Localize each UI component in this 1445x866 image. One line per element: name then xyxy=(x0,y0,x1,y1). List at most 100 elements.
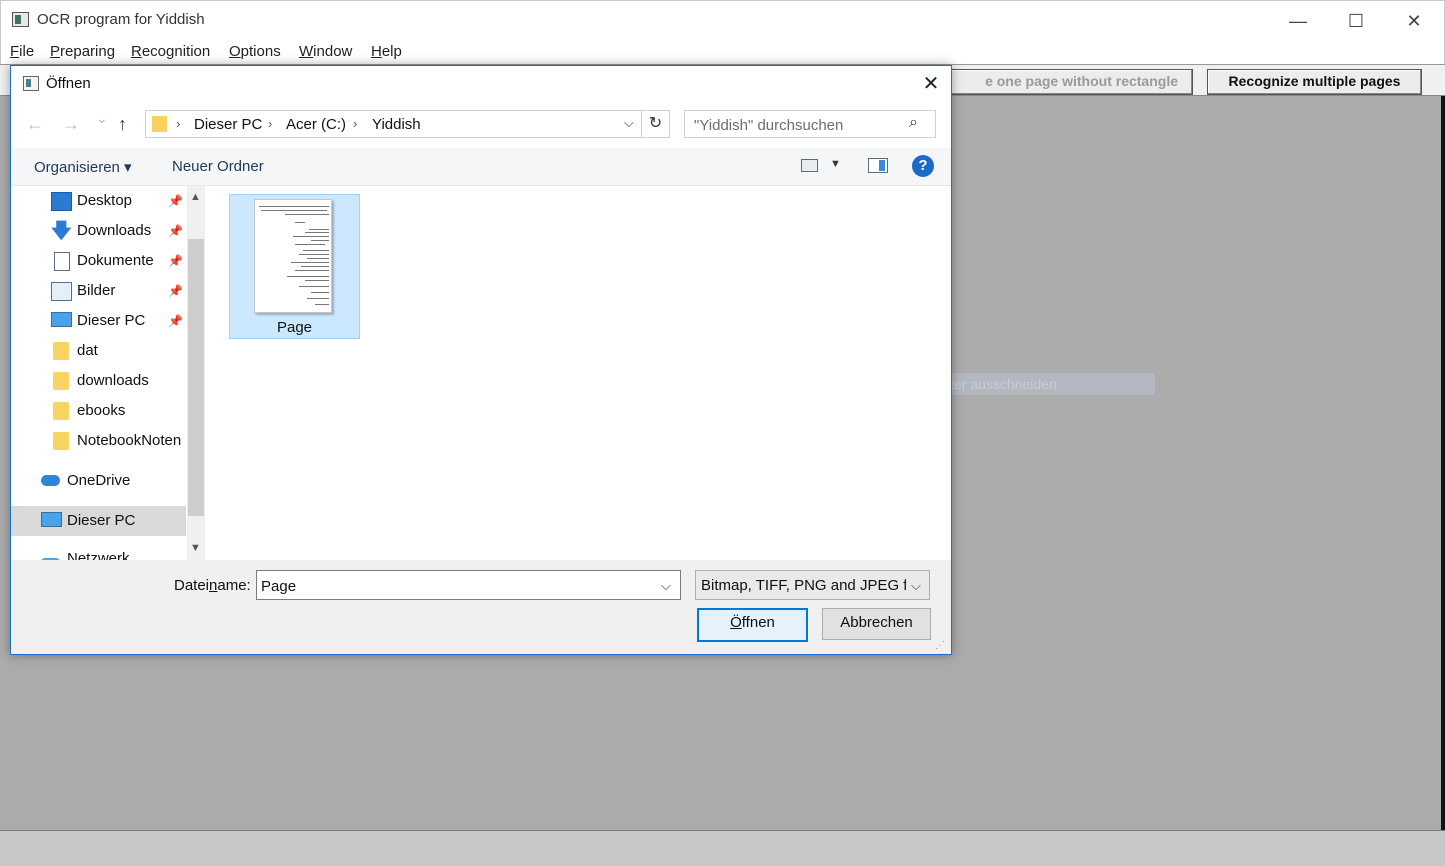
recognize-multiple-pages-button[interactable]: Recognize multiple pages xyxy=(1207,69,1422,95)
folder-icon xyxy=(53,432,69,450)
breadcrumb-dieser-pc[interactable]: Dieser PC xyxy=(194,116,262,133)
document-thumbnail xyxy=(254,199,332,313)
breadcrumb-yiddish[interactable]: Yiddish xyxy=(372,116,421,133)
breadcrumb-separator: › xyxy=(268,116,273,131)
chevron-down-icon[interactable]: ⌵ xyxy=(911,578,921,594)
dialog-title: Öffnen xyxy=(46,75,91,92)
computer-icon xyxy=(41,512,62,527)
document-icon xyxy=(54,252,70,271)
pictures-icon xyxy=(51,282,72,301)
cancel-button[interactable]: Abbrechen xyxy=(822,608,931,640)
nav-item-ebooks[interactable]: ebooks xyxy=(11,396,186,426)
file-type-label: Bitmap, TIFF, PNG and JPEG files xyxy=(701,577,906,594)
menu-preparing[interactable]: Preparing xyxy=(50,43,115,60)
nav-item-onedrive[interactable]: OneDrive xyxy=(11,466,186,496)
nav-item-label: Dieser PC xyxy=(67,512,136,529)
preview-pane-icon[interactable] xyxy=(868,158,888,173)
filename-input[interactable] xyxy=(257,571,658,601)
dialog-close-button[interactable]: ✕ xyxy=(918,71,944,97)
folder-icon xyxy=(152,116,167,132)
nav-item-label: ebooks xyxy=(77,402,126,419)
open-file-dialog: Öffnen ✕ ← → ⌄ ↑ › Dieser PC › Acer (C:)… xyxy=(10,65,952,655)
refresh-button[interactable]: ↻ xyxy=(642,110,670,138)
search-box[interactable]: ⌕ xyxy=(684,110,936,139)
recent-locations-button[interactable]: ⌄ xyxy=(96,110,108,127)
pin-icon: 📌 xyxy=(168,194,183,208)
pin-icon: 📌 xyxy=(168,284,183,298)
search-icon[interactable]: ⌕ xyxy=(909,114,918,132)
status-bar xyxy=(0,830,1445,866)
breadcrumb-separator: › xyxy=(176,116,181,131)
maximize-button[interactable]: ☐ xyxy=(1333,7,1379,35)
nav-item-label: Dokumente xyxy=(77,252,154,269)
up-button[interactable]: ↑ xyxy=(118,114,127,135)
app-icon xyxy=(12,12,29,27)
nav-item-label: Bilder xyxy=(77,282,116,299)
nav-item-downloads[interactable]: 🡇 Downloads 📌 xyxy=(11,216,186,246)
nav-item-notebooknoten[interactable]: NotebookNoten xyxy=(11,426,186,456)
forward-button[interactable]: → xyxy=(62,114,80,135)
nav-item-label: Desktop xyxy=(77,192,133,209)
nav-item-netzwerk[interactable]: Netzwerk xyxy=(11,544,186,560)
command-bar: Organisieren ▾ Neuer Ordner ▼ ? xyxy=(11,148,951,186)
minimize-button[interactable]: — xyxy=(1275,7,1321,35)
open-button[interactable]: Öffnen xyxy=(697,608,808,642)
nav-item-downloads-folder[interactable]: downloads xyxy=(11,366,186,396)
menu-window[interactable]: Window xyxy=(299,43,352,60)
dialog-bottom-panel: Dateiname: ⌵ Bitmap, TIFF, PNG and JPEG … xyxy=(11,560,951,654)
window-edge xyxy=(1441,96,1445,830)
address-dropdown-icon[interactable]: ⌵ xyxy=(624,115,634,131)
breadcrumb-acer-c[interactable]: Acer (C:) xyxy=(286,116,346,133)
folder-icon xyxy=(53,372,69,390)
nav-item-desktop[interactable]: Desktop 📌 xyxy=(11,186,186,216)
menu-options[interactable]: Options xyxy=(229,43,281,60)
nav-item-label: dat xyxy=(77,342,98,359)
nav-item-label: Downloads xyxy=(77,222,152,239)
nav-item-label: Dieser PC xyxy=(77,312,146,329)
address-bar[interactable]: › Dieser PC › Acer (C:) › Yiddish ⌵ xyxy=(145,110,642,138)
new-folder-button[interactable]: Neuer Ordner xyxy=(172,158,264,175)
view-options-icon[interactable] xyxy=(801,159,818,172)
pin-icon: 📌 xyxy=(168,314,183,328)
nav-item-dieser-pc-pinned[interactable]: Dieser PC 📌 xyxy=(11,306,186,336)
pin-icon: 📌 xyxy=(168,224,183,238)
scroll-up-icon[interactable]: ▲ xyxy=(190,191,201,203)
file-type-select[interactable]: Bitmap, TIFF, PNG and JPEG files ⌵ xyxy=(695,570,930,600)
menu-recognition[interactable]: Recognition xyxy=(131,43,210,60)
scroll-down-icon[interactable]: ▼ xyxy=(190,542,201,554)
menu-help[interactable]: Help xyxy=(371,43,402,60)
nav-item-dat[interactable]: dat xyxy=(11,336,186,366)
breadcrumb-separator: › xyxy=(353,116,358,131)
dialog-icon xyxy=(23,76,39,91)
resize-grip-icon[interactable]: ⋰ xyxy=(935,640,945,651)
organize-button[interactable]: Organisieren ▾ xyxy=(34,158,132,176)
nav-item-dieser-pc[interactable]: Dieser PC xyxy=(11,506,186,536)
navigation-pane: Desktop 📌 🡇 Downloads 📌 Dokumente 📌 Bild… xyxy=(11,186,205,560)
cloud-icon xyxy=(41,475,60,486)
menu-file[interactable]: File xyxy=(10,43,34,60)
desktop-icon xyxy=(51,192,72,211)
search-input[interactable] xyxy=(685,111,916,139)
chevron-down-icon[interactable]: ⌵ xyxy=(661,578,671,594)
filename-label: Dateiname: xyxy=(174,577,251,594)
folder-icon xyxy=(53,342,69,360)
nav-item-label: OneDrive xyxy=(67,472,131,489)
menu-bar: File Preparing Recognition Options Windo… xyxy=(0,38,1445,64)
nav-item-dokumente[interactable]: Dokumente 📌 xyxy=(11,246,186,276)
app-title: OCR program for Yiddish xyxy=(37,11,205,28)
nav-item-label: downloads xyxy=(77,372,149,389)
back-button[interactable]: ← xyxy=(26,114,44,135)
download-icon: 🡇 xyxy=(51,220,72,242)
nav-item-label: Netzwerk xyxy=(67,550,130,560)
recognize-one-page-button[interactable]: e one page without rectangle xyxy=(935,69,1193,95)
nav-item-bilder[interactable]: Bilder 📌 xyxy=(11,276,186,306)
close-button[interactable]: ✕ xyxy=(1391,7,1437,35)
file-name-label: Page xyxy=(276,319,313,336)
help-icon[interactable]: ? xyxy=(912,155,934,177)
nav-scrollbar-thumb[interactable] xyxy=(188,239,204,516)
pin-icon: 📌 xyxy=(168,254,183,268)
filename-combobox[interactable]: ⌵ xyxy=(256,570,681,601)
folder-icon xyxy=(53,402,69,420)
view-options-dropdown-icon[interactable]: ▼ xyxy=(830,158,841,170)
file-item-page[interactable]: Page xyxy=(229,194,360,339)
